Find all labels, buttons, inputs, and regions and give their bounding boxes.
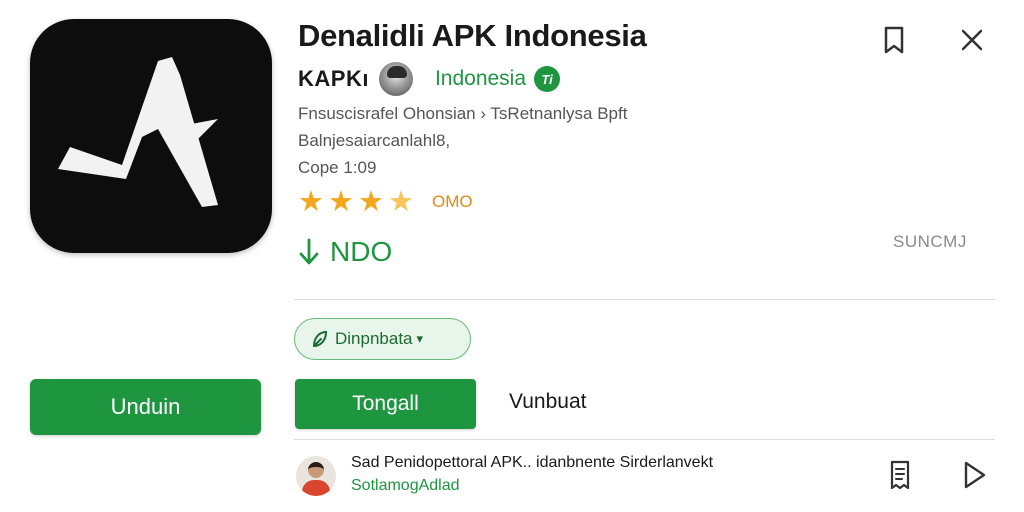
bookmark-button[interactable] [876, 22, 912, 58]
subtitle-line: Balnjesaiarcanlahl8, [298, 131, 451, 150]
app-title: Denalidli APK Indonesia [298, 18, 647, 53]
leaf-icon [312, 330, 328, 348]
developer-name[interactable]: KAPKı [298, 66, 369, 92]
version-line: Cope 1:09 [298, 158, 377, 177]
download-button[interactable]: Unduin [30, 379, 261, 435]
divider [294, 299, 995, 300]
close-button[interactable] [954, 22, 990, 58]
download-arrow-icon [299, 238, 319, 265]
chip-label: Dinpnbata [335, 329, 413, 348]
developer-avatar [378, 62, 413, 96]
document-button[interactable] [882, 456, 918, 494]
related-avatar [296, 456, 336, 496]
related-title: Sad Penidopettoral APK.. idanbnente Sird… [351, 454, 714, 471]
developer-row: KAPKı Indonesia Ti [298, 62, 561, 96]
rating-count: OMO [432, 192, 473, 211]
play-button[interactable] [956, 456, 992, 494]
country-badge: Ti [534, 66, 561, 92]
divider [294, 439, 995, 440]
play-icon [964, 461, 986, 489]
filter-chip[interactable]: Dinpnbata ▾ [294, 318, 471, 360]
star-icon: ★ [358, 185, 384, 218]
secondary-button[interactable]: Vunbuat [509, 390, 586, 414]
close-icon [961, 29, 983, 51]
related-subtitle[interactable]: SotlamogAdlad [351, 477, 460, 495]
chevron-down-icon: ▾ [416, 331, 424, 346]
side-label: SUNCMJ [893, 232, 967, 251]
size-row: NDO [298, 232, 392, 272]
app-logo-icon [58, 57, 218, 207]
size-value: NDO [330, 236, 393, 267]
bookmark-icon [884, 26, 904, 54]
star-icon: ★ [298, 185, 324, 218]
app-icon [30, 19, 272, 253]
star-half-icon: ★ [388, 185, 414, 218]
related-item[interactable]: Sad Penidopettoral APK.. idanbnente Sird… [296, 452, 996, 500]
country-label[interactable]: Indonesia [435, 67, 526, 91]
install-button[interactable]: Tongall [295, 379, 476, 429]
document-icon [890, 460, 910, 490]
category-line: Fnsuscisrafel Ohonsian › TsRetnanlysa Bp… [298, 104, 628, 123]
star-icon: ★ [328, 185, 354, 218]
rating-row: ★ ★ ★ ★ OMO [298, 186, 473, 218]
